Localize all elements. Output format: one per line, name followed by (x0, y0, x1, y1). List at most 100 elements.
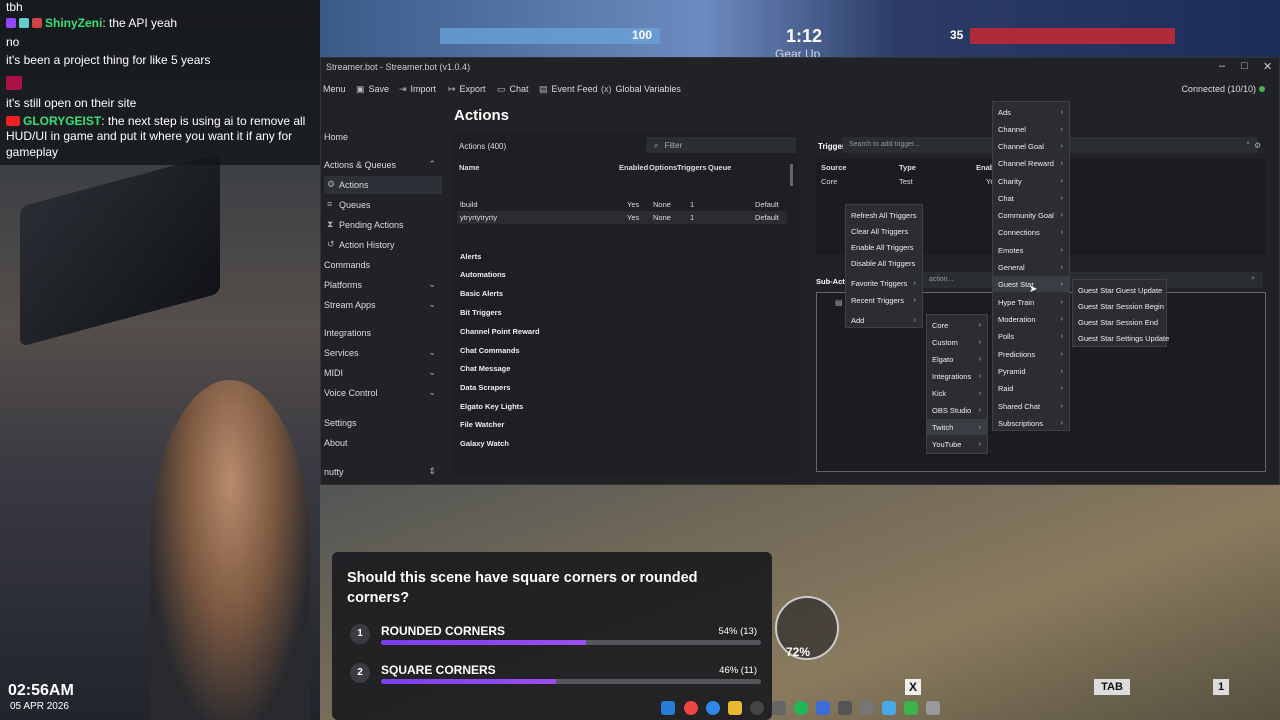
group-row[interactable]: Automations (460, 270, 506, 279)
menu-item-integrations[interactable]: Integrations › (927, 368, 987, 384)
menu-item-connections[interactable]: Connections › (993, 224, 1069, 240)
folder-icon[interactable] (728, 701, 742, 715)
col-source[interactable]: Source (821, 163, 846, 172)
app-icon[interactable] (838, 701, 852, 715)
table-row[interactable]: lbuild Yes None 1 Default (457, 198, 787, 211)
sidebar-item-services[interactable]: Services ⌄ (324, 344, 442, 362)
app-icon[interactable] (926, 701, 940, 715)
menu-item-elgato[interactable]: Elgato › (927, 351, 987, 367)
group-row[interactable]: Chat Commands (460, 346, 520, 355)
app-icon[interactable] (882, 701, 896, 715)
menu-item-raid[interactable]: Raid › (993, 380, 1069, 396)
import-button[interactable]: ⇥ Import (399, 84, 436, 95)
menu-item-pyramid[interactable]: Pyramid › (993, 363, 1069, 379)
maximize-icon[interactable]: □ (1241, 60, 1248, 72)
global-variables-button[interactable]: (x) Global Variables (601, 84, 681, 94)
menu-item-enable-all[interactable]: Enable All Triggers (846, 239, 922, 255)
menu-item-kick[interactable]: Kick › (927, 385, 987, 401)
sidebar-item-commands[interactable]: Commands (324, 256, 442, 274)
sidebar-item-actions[interactable]: ⚙ Actions (324, 176, 442, 194)
menu-item-refresh-all[interactable]: Refresh All Triggers (846, 207, 922, 223)
app-icon[interactable] (772, 701, 786, 715)
menu-item-guest-star-session-begin[interactable]: Guest Star Session Begin (1073, 298, 1166, 314)
streamerbot-icon[interactable] (860, 701, 874, 715)
menu-item-subscriptions[interactable]: Subscriptions › (993, 415, 1069, 431)
sidebar-item-voice-control[interactable]: Voice Control ⌄ (324, 384, 442, 402)
col-type[interactable]: Type (899, 163, 916, 172)
group-row[interactable]: Basic Alerts (460, 289, 503, 298)
sidebar-item-home[interactable]: Home (324, 128, 442, 146)
connection-status[interactable]: Connected (10/10) (1181, 84, 1265, 94)
scrollbar[interactable] (790, 164, 793, 186)
col-options[interactable]: Options (649, 163, 677, 172)
group-row[interactable]: File Watcher (460, 420, 504, 429)
trigger-source[interactable]: Core (821, 177, 837, 186)
menu-item-hype-train[interactable]: Hype Train › (993, 294, 1069, 310)
menu-item-ads[interactable]: Ads › (993, 104, 1069, 120)
group-row[interactable]: Alerts (460, 252, 481, 261)
menu-item-core[interactable]: Core › (927, 317, 987, 333)
col-enabled[interactable]: Enabled (619, 163, 648, 172)
chat-button[interactable]: ▭ Chat (497, 84, 529, 95)
obs-icon[interactable] (750, 701, 764, 715)
sidebar-item-platforms[interactable]: Platforms ⌄ (324, 276, 442, 294)
menu-button[interactable]: Menu (323, 84, 346, 94)
group-row[interactable]: Channel Point Reward (460, 327, 540, 336)
sidebar-item-integrations[interactable]: Integrations (324, 324, 442, 342)
menu-item-favorite-triggers[interactable]: Favorite Triggers › (846, 275, 922, 291)
group-row[interactable]: Chat Message (460, 364, 510, 373)
col-queue[interactable]: Queue (708, 163, 731, 172)
sidebar-item-settings[interactable]: Settings (324, 414, 442, 432)
settings-icon[interactable]: ⚙ (1254, 141, 1261, 150)
export-button[interactable]: ↦ Export (448, 84, 486, 95)
app-icon[interactable] (816, 701, 830, 715)
menu-item-moderation[interactable]: Moderation › (993, 311, 1069, 327)
menu-item-guest-star-session-end[interactable]: Guest Star Session End (1073, 314, 1166, 330)
menu-item-disable-all[interactable]: Disable All Triggers (846, 255, 922, 271)
app-icon[interactable] (904, 701, 918, 715)
sidebar-item-midi[interactable]: MIDI ⌄ (324, 364, 442, 382)
menu-item-channel[interactable]: Channel › (993, 121, 1069, 137)
windows-icon[interactable] (661, 701, 675, 715)
filter-input[interactable]: ⌕ Filter (646, 137, 796, 153)
minimize-icon[interactable]: – (1219, 60, 1225, 72)
group-row[interactable]: Bit Triggers (460, 308, 502, 317)
menu-item-community-goal[interactable]: Community Goal › (993, 207, 1069, 223)
event-feed-button[interactable]: ▤ Event Feed (539, 84, 598, 95)
col-name[interactable]: Name (459, 163, 479, 172)
menu-item-channel-goal[interactable]: Channel Goal › (993, 138, 1069, 154)
menu-item-add[interactable]: Add › (846, 312, 922, 328)
sidebar-item-about[interactable]: About (324, 434, 442, 452)
menu-item-predictions[interactable]: Predictions › (993, 346, 1069, 362)
menu-item-shared-chat[interactable]: Shared Chat › (993, 398, 1069, 414)
profile-selector[interactable]: nutty ⇕ (324, 463, 442, 481)
sidebar-item-pending-actions[interactable]: ⧗ Pending Actions (324, 216, 442, 234)
menu-item-twitch[interactable]: Twitch › (927, 419, 987, 435)
menu-item-obs-studio[interactable]: OBS Studio › (927, 402, 987, 418)
menu-item-channel-reward[interactable]: Channel Reward › (993, 155, 1069, 171)
menu-item-charity[interactable]: Charity › (993, 173, 1069, 189)
menu-item-emotes[interactable]: Emotes › (993, 242, 1069, 258)
table-row[interactable]: ytryrtytryrty Yes None 1 Default (457, 211, 787, 224)
group-row[interactable]: Data Scrapers (460, 383, 510, 392)
menu-item-custom[interactable]: Custom › (927, 334, 987, 350)
sidebar-item-stream-apps[interactable]: Stream Apps ⌄ (324, 296, 442, 314)
menu-item-recent-triggers[interactable]: Recent Triggers › (846, 292, 922, 308)
spotify-icon[interactable] (794, 701, 808, 715)
menu-item-guest-star-guest-update[interactable]: Guest Star Guest Update (1073, 282, 1166, 298)
menu-item-polls[interactable]: Polls › (993, 328, 1069, 344)
menu-item-general[interactable]: General › (993, 259, 1069, 275)
col-triggers[interactable]: Triggers (677, 163, 707, 172)
group-row[interactable]: Galaxy Watch (460, 439, 509, 448)
trigger-type[interactable]: Test (899, 177, 913, 186)
group-row[interactable]: Elgato Key Lights (460, 402, 523, 411)
sidebar-item-action-history[interactable]: ↺ Action History (324, 236, 442, 254)
menu-item-chat[interactable]: Chat › (993, 190, 1069, 206)
menu-item-clear-all[interactable]: Clear All Triggers (846, 223, 922, 239)
sidebar-item-queues[interactable]: ≡ Queues (324, 196, 442, 214)
menu-item-guest-star-settings-update[interactable]: Guest Star Settings Update (1073, 330, 1169, 346)
edge-icon[interactable] (706, 701, 720, 715)
close-icon[interactable]: ✕ (1263, 60, 1272, 73)
chrome-icon[interactable] (684, 701, 698, 715)
sidebar-item-actions-queues[interactable]: Actions & Queues ⌃ (324, 156, 442, 174)
